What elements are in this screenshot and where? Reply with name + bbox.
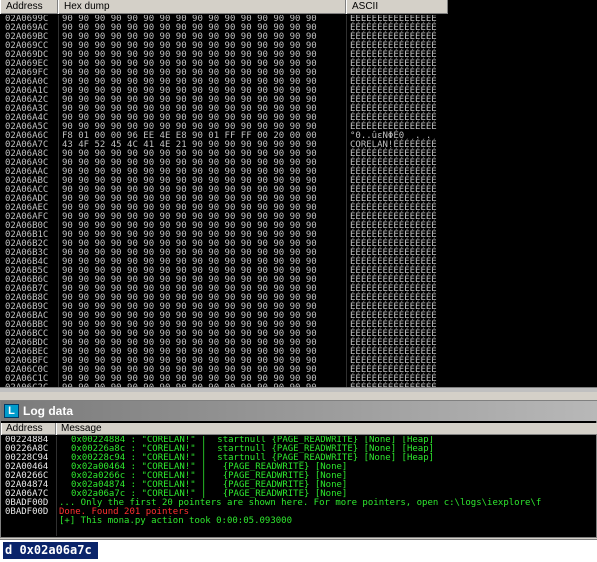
command-bar: [0, 539, 597, 562]
horizontal-scrollbar[interactable]: [0, 387, 597, 392]
dump-column-header: Address Hex dump ASCII: [0, 0, 448, 14]
log-header-address[interactable]: Address: [1, 423, 56, 435]
log-rows[interactable]: 00224884 0x00224884 : "CORELAN!" | startn…: [1, 436, 597, 536]
command-input[interactable]: [3, 542, 98, 559]
memory-dump-pane[interactable]: Address Hex dump ASCII 02A0699C 90 90 90 …: [0, 0, 597, 392]
dump-header-hex[interactable]: Hex dump: [58, 0, 346, 14]
log-header-message[interactable]: Message: [56, 423, 597, 435]
log-message: [+] This mona.py action took 0:00:05.093…: [59, 516, 292, 526]
log-column-header: Address Message: [1, 423, 597, 435]
log-address: 0BADF00D: [5, 507, 49, 517]
dump-header-ascii[interactable]: ASCII: [346, 0, 448, 14]
log-window[interactable]: L Log data Address Message 00224884 0x002…: [0, 400, 597, 538]
dump-rows[interactable]: 02A0699C 90 90 90 90 90 90 90 90 90 90 90…: [0, 15, 448, 392]
log-window-title: Log data: [23, 404, 73, 418]
dump-header-address[interactable]: Address: [0, 0, 58, 14]
log-titlebar[interactable]: L Log data: [1, 401, 597, 421]
log-row[interactable]: [+] This mona.py action took 0:00:05.093…: [1, 517, 597, 526]
log-window-icon: L: [4, 404, 19, 418]
